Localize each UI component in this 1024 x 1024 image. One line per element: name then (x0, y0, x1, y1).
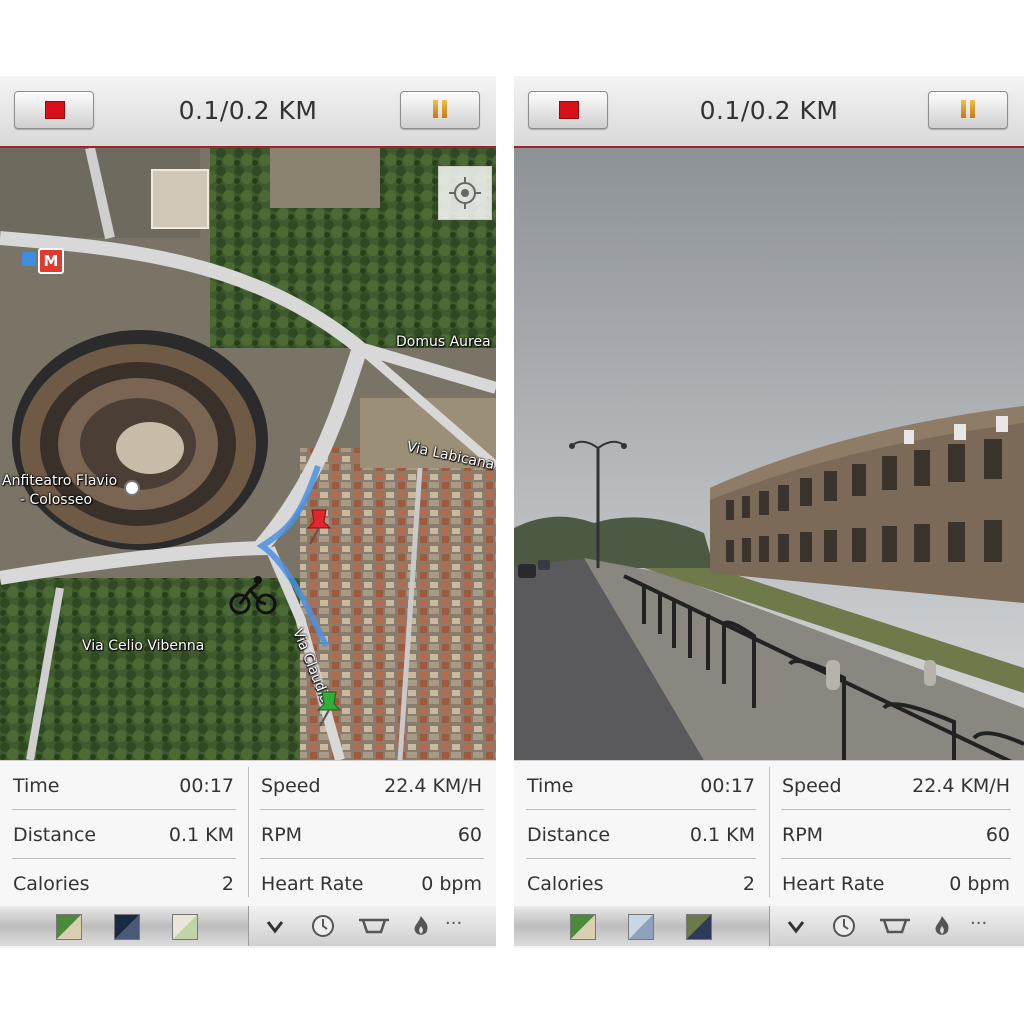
stat-value: 00:17 (179, 775, 234, 797)
stat-label: RPM (782, 824, 824, 846)
start-pin-icon (306, 509, 332, 545)
satellite-map[interactable]: M Domus Aurea Anfiteatro Flavio - Coloss… (0, 148, 496, 760)
street-view-canvas (514, 148, 1024, 760)
pause-icon (433, 100, 438, 118)
stat-value: 60 (457, 824, 482, 846)
stat-distance: Distance 0.1 KM (0, 810, 248, 858)
poi-dot-icon (124, 480, 140, 496)
stat-distance: Distance 0.1 KM (514, 810, 769, 858)
bus-stop-icon (22, 252, 36, 266)
stat-value: 22.4 KM/H (912, 775, 1010, 797)
stat-label: Time (13, 775, 60, 797)
stat-label: Time (527, 775, 574, 797)
stat-time: Time 00:17 (514, 761, 769, 809)
stat-value: 0.1 KM (168, 824, 234, 846)
stat-value: 0 bpm (421, 873, 482, 895)
stat-rpm: RPM 60 (769, 810, 1024, 858)
flame-icon[interactable] (930, 914, 954, 938)
map-label-via-celio-vibenna: Via Celio Vibenna (82, 638, 205, 654)
stat-label: Speed (782, 775, 842, 797)
pause-icon (961, 100, 966, 118)
street-view-icon[interactable] (628, 914, 654, 940)
stat-value: 2 (221, 873, 234, 895)
header-bar: 0.1/0.2 KM (0, 76, 496, 148)
stat-label: Distance (527, 824, 611, 846)
stat-label: Heart Rate (782, 873, 885, 895)
workout-screen-street-view: 0.1/0.2 KM Time 00:17 Speed 22.4 KM/H Di… (514, 76, 1024, 948)
workout-stats: Time 00:17 Speed 22.4 KM/H Distance 0.1 … (0, 760, 496, 907)
map-view-icon[interactable] (570, 914, 596, 940)
stat-heart-rate: Heart Rate 0 bpm (769, 859, 1024, 907)
pause-button[interactable] (928, 91, 1008, 129)
stat-label: Distance (13, 824, 97, 846)
stat-label: Heart Rate (261, 873, 364, 895)
my-location-button[interactable] (438, 166, 492, 220)
bottom-toolbar: ··· (514, 906, 1024, 946)
finish-pin-icon (316, 691, 342, 727)
stat-speed: Speed 22.4 KM/H (248, 761, 496, 809)
clock-icon[interactable] (832, 914, 856, 938)
stat-label: RPM (261, 824, 303, 846)
map-label-domus-aurea: Domus Aurea (396, 334, 491, 350)
chevron-down-icon[interactable] (784, 914, 808, 938)
display-toolbar: ··· (769, 906, 1024, 946)
crosshair-icon (449, 177, 481, 209)
stat-rpm: RPM 60 (248, 810, 496, 858)
flame-icon[interactable] (409, 914, 433, 938)
map-view-icon[interactable] (56, 914, 82, 940)
stat-label: Speed (261, 775, 321, 797)
stat-value: 0.1 KM (689, 824, 755, 846)
stat-speed: Speed 22.4 KM/H (769, 761, 1024, 809)
metro-icon: M (38, 248, 64, 274)
pause-button[interactable] (400, 91, 480, 129)
stat-value: 2 (742, 873, 755, 895)
view-mode-toolbar (514, 906, 769, 946)
stat-calories: Calories 2 (0, 859, 248, 907)
stat-value: 0 bpm (949, 873, 1010, 895)
street-view-image[interactable] (514, 148, 1024, 760)
more-icon[interactable]: ··· (970, 914, 1010, 938)
display-toolbar: ··· (248, 906, 496, 946)
stat-value: 60 (985, 824, 1010, 846)
cyclist-position-icon (229, 576, 277, 615)
stat-label: Calories (13, 873, 90, 895)
workout-screen-map: 0.1/0.2 KM M Domus Aurea Anfiteatro Flav… (0, 76, 496, 948)
stat-label: Calories (527, 873, 604, 895)
satellite-view-icon[interactable] (686, 914, 712, 940)
workout-stats: Time 00:17 Speed 22.4 KM/H Distance 0.1 … (514, 760, 1024, 907)
street-map-icon[interactable] (172, 914, 198, 940)
stat-value: 00:17 (700, 775, 755, 797)
chevron-down-icon[interactable] (263, 914, 287, 938)
more-icon[interactable]: ··· (445, 914, 485, 938)
bike-icon[interactable] (357, 914, 391, 938)
night-map-icon[interactable] (114, 914, 140, 940)
header-bar: 0.1/0.2 KM (514, 76, 1024, 148)
bottom-toolbar: ··· (0, 906, 496, 946)
view-mode-toolbar (0, 906, 248, 946)
stat-calories: Calories 2 (514, 859, 769, 907)
clock-icon[interactable] (311, 914, 335, 938)
bike-icon[interactable] (878, 914, 912, 938)
map-label-colosseum: Anfiteatro Flavio - Colosseo (2, 473, 118, 508)
stat-time: Time 00:17 (0, 761, 248, 809)
stat-heart-rate: Heart Rate 0 bpm (248, 859, 496, 907)
stat-value: 22.4 KM/H (384, 775, 482, 797)
